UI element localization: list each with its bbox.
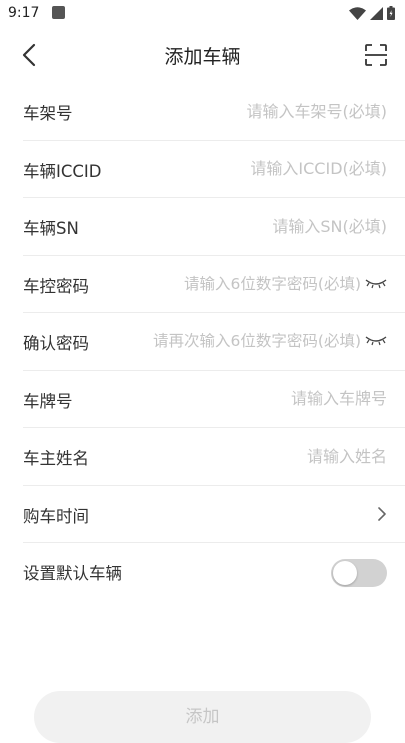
confirm-password-input[interactable]: [101, 327, 361, 355]
password-label: 车控密码: [23, 276, 89, 296]
notification-icon: [52, 6, 65, 19]
status-bar: 9:17: [0, 0, 405, 28]
plate-row: 车牌号: [23, 371, 405, 428]
default-vehicle-toggle[interactable]: [331, 559, 387, 587]
default-vehicle-row: 设置默认车辆: [23, 543, 405, 601]
battery-icon: [387, 6, 395, 20]
page-title: 添加车辆: [164, 46, 241, 68]
eye-closed-icon[interactable]: [365, 277, 387, 291]
scan-button[interactable]: [361, 40, 391, 70]
password-input[interactable]: [125, 269, 361, 298]
password-row: 车控密码: [23, 256, 405, 313]
purchase-time-label: 购车时间: [23, 506, 89, 526]
sn-input[interactable]: [167, 212, 387, 240]
status-icons: [349, 6, 395, 20]
iccid-label: 车辆ICCID: [23, 161, 102, 181]
owner-label: 车主姓名: [23, 449, 89, 468]
iccid-input[interactable]: [167, 154, 387, 183]
app-header: 添加车辆: [0, 28, 405, 82]
scan-icon: [365, 44, 387, 66]
confirm-password-row: 确认密码: [23, 313, 405, 371]
frame-number-input[interactable]: [167, 97, 387, 125]
frame-number-label: 车架号: [23, 104, 73, 123]
owner-row: 车主姓名: [23, 428, 405, 486]
plate-input[interactable]: [167, 384, 387, 413]
owner-input[interactable]: [167, 442, 387, 470]
signal-icon: [370, 6, 383, 20]
sn-row: 车辆SN: [23, 198, 405, 256]
toggle-knob: [333, 561, 357, 585]
default-vehicle-label: 设置默认车辆: [23, 564, 122, 583]
eye-closed-icon[interactable]: [365, 334, 387, 348]
status-time: 9:17: [8, 5, 40, 21]
confirm-password-label: 确认密码: [23, 334, 89, 353]
add-button[interactable]: 添加: [34, 691, 371, 743]
wifi-icon: [349, 6, 366, 20]
frame-number-row: 车架号: [23, 83, 405, 141]
purchase-time-row[interactable]: 购车时间: [23, 486, 405, 543]
iccid-row: 车辆ICCID: [23, 141, 405, 198]
chevron-right-icon: [378, 506, 386, 521]
plate-label: 车牌号: [23, 391, 73, 411]
sn-label: 车辆SN: [23, 219, 79, 238]
add-vehicle-form: 车架号 车辆ICCID 车辆SN 车控密码 确认密码 车牌号 车主姓名 购车时间: [0, 83, 405, 601]
